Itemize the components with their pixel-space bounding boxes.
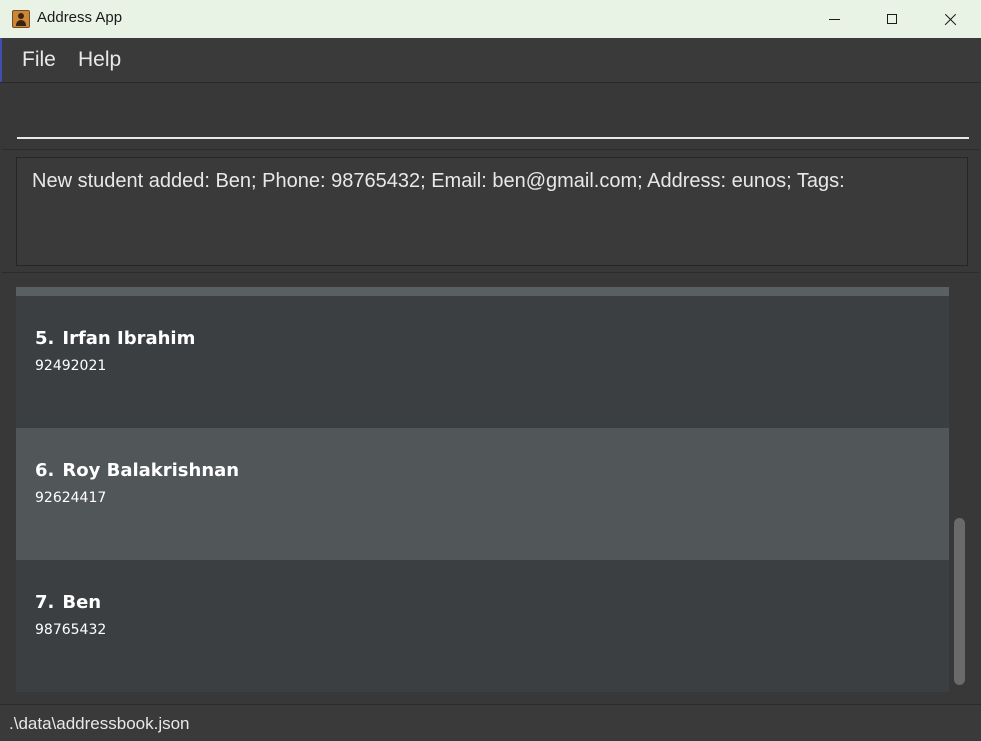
minimize-button[interactable] [805, 0, 863, 38]
status-bar: .\data\addressbook.json [0, 704, 981, 741]
menu-bar: File Help [0, 38, 981, 83]
save-location: .\data\addressbook.json [9, 714, 190, 733]
app-window: Address App File Help New student added:… [0, 0, 981, 741]
person-card[interactable]: 7. Ben 98765432 [16, 560, 949, 692]
scrollbar-thumb[interactable] [954, 518, 965, 685]
title-bar[interactable]: Address App [0, 0, 981, 38]
menu-bar-accent [0, 38, 2, 82]
person-name: Ben [62, 592, 102, 613]
minimize-icon [828, 18, 840, 20]
person-card[interactable]: 5. Irfan Ibrahim 92492021 [16, 296, 949, 428]
person-name-line: 7. Ben [35, 592, 101, 613]
person-index: 5. [35, 328, 55, 349]
close-icon [943, 12, 957, 26]
person-name-line: 5. Irfan Ibrahim [35, 328, 195, 349]
window-title: Address App [37, 9, 123, 26]
person-name: Irfan Ibrahim [62, 328, 196, 349]
person-name-line: 6. Roy Balakrishnan [35, 460, 239, 481]
person-list-panel: 5. Irfan Ibrahim 92492021 6. Roy Balakrish… [2, 273, 979, 704]
maximize-button[interactable] [863, 0, 921, 38]
person-card[interactable]: 6. Roy Balakrishnan 92624417 [16, 428, 949, 560]
result-text: New student added: Ben; Phone: 98765432;… [32, 170, 845, 192]
person-name: Roy Balakrishnan [62, 460, 240, 481]
menu-help[interactable]: Help [78, 48, 121, 72]
person-phone: 92624417 [35, 490, 107, 506]
result-display[interactable]: New student added: Ben; Phone: 98765432;… [16, 157, 968, 266]
person-phone: 98765432 [35, 622, 107, 638]
command-input[interactable] [17, 93, 969, 139]
previous-card-edge [16, 287, 949, 296]
address-book-icon [12, 10, 30, 28]
maximize-icon [887, 14, 897, 24]
person-list-view[interactable]: 5. Irfan Ibrahim 92492021 6. Roy Balakrish… [16, 287, 949, 692]
person-phone: 92492021 [35, 358, 107, 374]
person-index: 7. [35, 592, 55, 613]
menu-file[interactable]: File [22, 48, 56, 72]
command-box-placeholder [2, 83, 979, 149]
person-index: 6. [35, 460, 55, 481]
close-button[interactable] [921, 0, 979, 38]
result-display-placeholder: New student added: Ben; Phone: 98765432;… [2, 149, 979, 273]
